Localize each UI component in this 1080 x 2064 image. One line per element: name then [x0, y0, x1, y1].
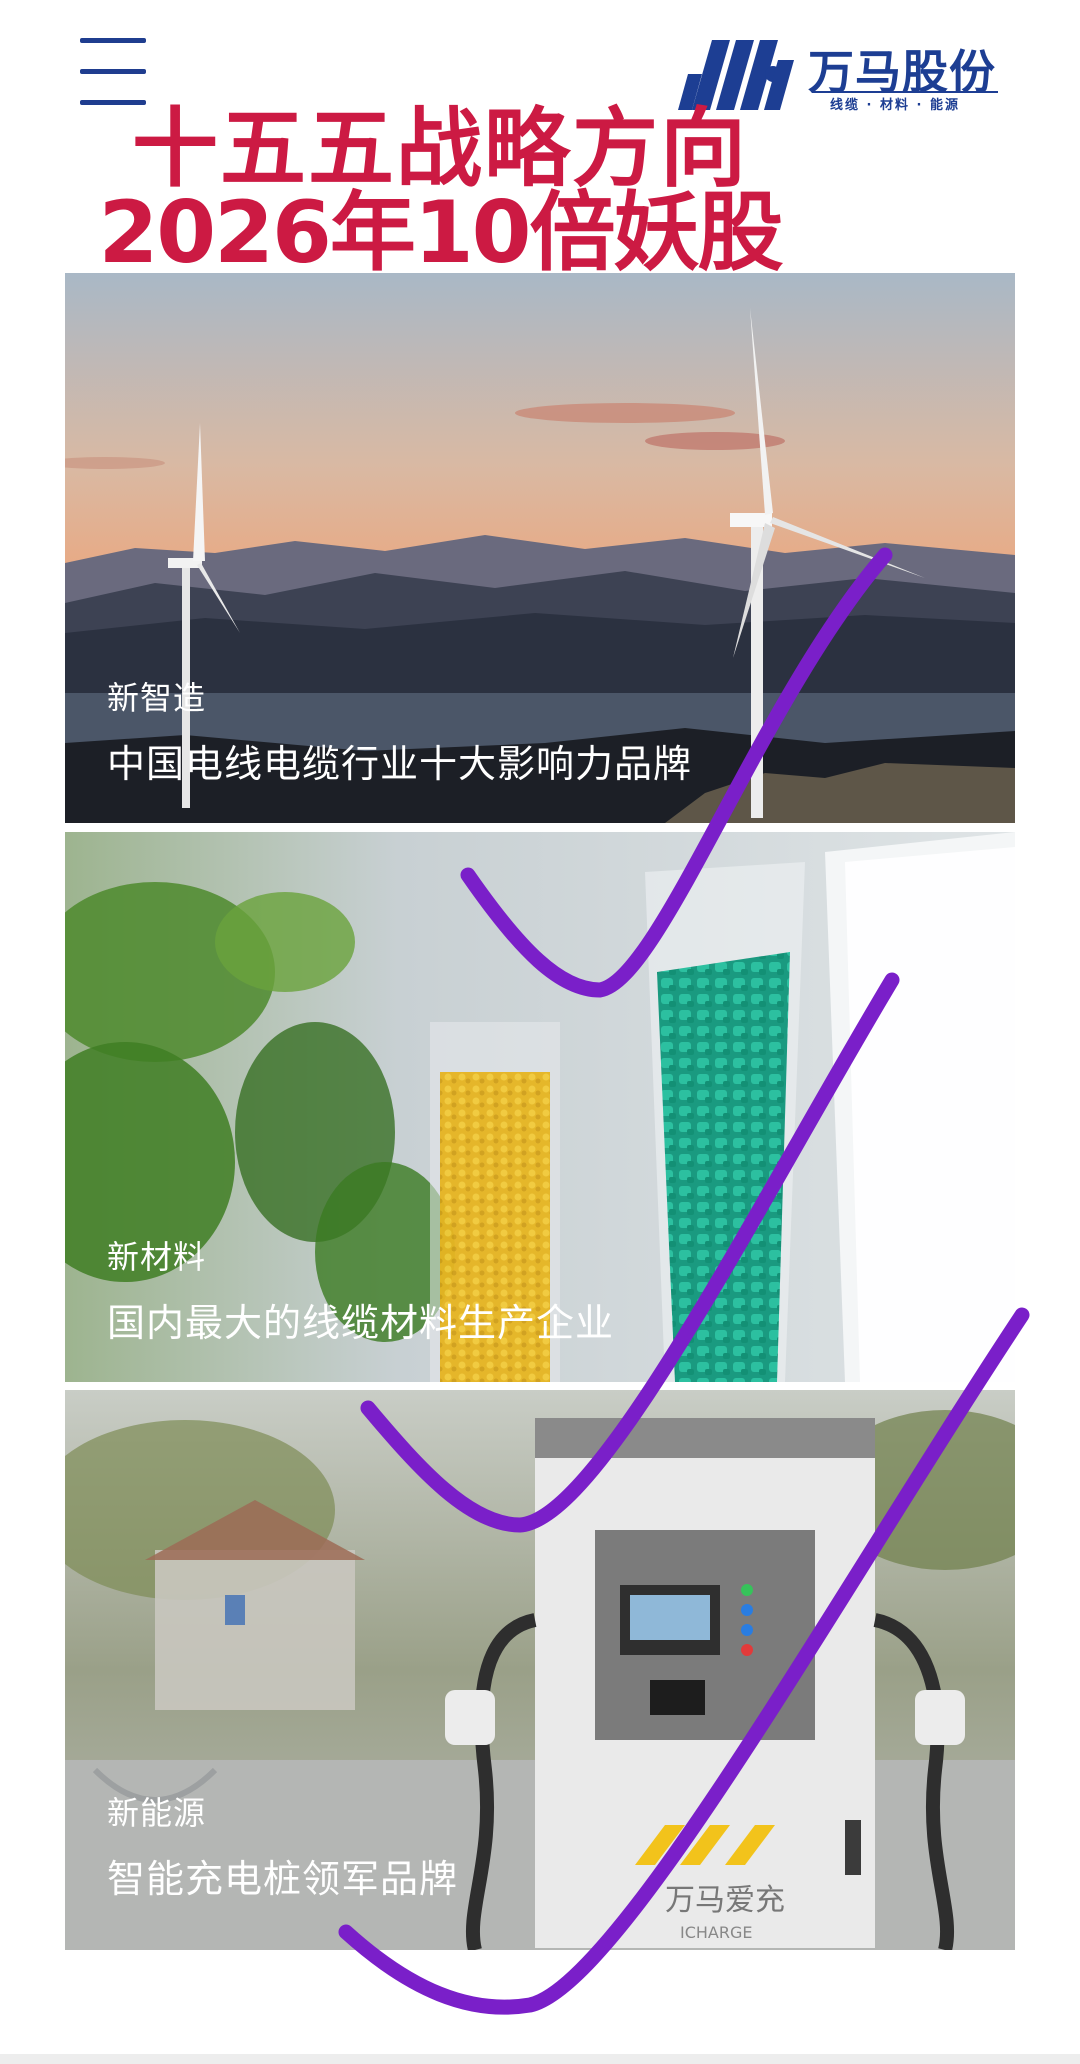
hamburger-menu-icon[interactable] — [80, 38, 146, 106]
panel-category: 新材料 — [107, 1238, 207, 1276]
panel-description: 中国电线电缆行业十大影响力品牌 — [107, 742, 693, 786]
panel-new-energy[interactable]: 万马爱充 ICHARGE 新能源 智能充电桩领军品牌 — [65, 1390, 1015, 1950]
panel-category: 新能源 — [107, 1794, 207, 1832]
logo-divider — [812, 91, 998, 93]
bottom-bar — [0, 2054, 1080, 2064]
charger-brand: 万马爱充 — [665, 1883, 785, 1918]
headline: 十五五战略方向 2026年10倍妖股 — [0, 105, 880, 277]
panel-description: 国内最大的线缆材料生产企业 — [107, 1301, 615, 1345]
headline-line-2: 2026年10倍妖股 — [98, 183, 783, 283]
panel-category: 新智造 — [107, 679, 207, 717]
headline-line-1: 十五五战略方向 — [132, 99, 748, 199]
panel-new-manufacturing[interactable]: 新智造 中国电线电缆行业十大影响力品牌 — [65, 273, 1015, 823]
panel-description: 智能充电桩领军品牌 — [107, 1857, 459, 1901]
panel-new-materials[interactable]: 新材料 国内最大的线缆材料生产企业 — [65, 832, 1015, 1382]
charger-brand-sub: ICHARGE — [680, 1923, 753, 1942]
